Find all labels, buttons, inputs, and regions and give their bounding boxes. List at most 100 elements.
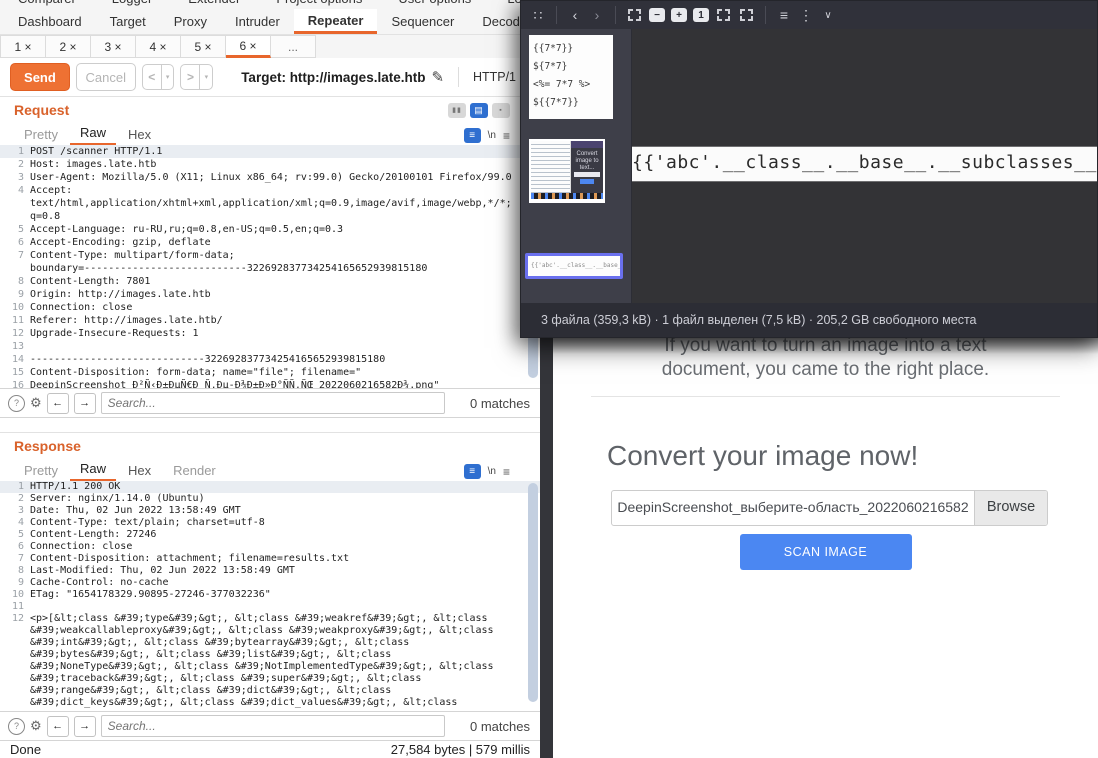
layout-single-button[interactable]: ▪	[492, 103, 510, 118]
response-search-input[interactable]	[101, 715, 445, 737]
thumbnail-selected-payload[interactable]: {{'abc'.__class__.__base__.__subclasses_…	[525, 253, 623, 279]
show-newlines-icon[interactable]: \n	[488, 466, 496, 477]
request-view-tab[interactable]: Raw	[70, 125, 116, 145]
gear-icon[interactable]: ⚙	[30, 718, 42, 734]
line-number	[0, 197, 30, 210]
thumbnail-screenshot[interactable]: Convert image to text...	[529, 139, 605, 203]
burp-top-tab[interactable]: Comparer	[18, 0, 76, 6]
repeater-tab[interactable]: 3 ×	[91, 35, 136, 58]
request-line: 8Content-Length: 7801	[0, 275, 540, 288]
thumbnail-text-payloads[interactable]: {{7*7}} ${7*7} <%= 7*7 %> ${{7*7}}	[529, 35, 613, 119]
request-view-tabs: Pretty Raw Hex ≡ \n ≡	[0, 123, 540, 145]
help-icon[interactable]: ?	[8, 718, 25, 735]
thumb-burp-pane	[531, 141, 571, 193]
zoom-in-icon[interactable]: +	[671, 8, 687, 22]
request-view-tab[interactable]: Hex	[118, 127, 161, 145]
burp-top-tab[interactable]: Logger	[112, 0, 152, 6]
response-editor[interactable]: 1HTTP/1.1 200 OK 2Server: nginx/1.14.0 (…	[0, 481, 540, 711]
chevron-down-icon[interactable]: ∨	[817, 4, 839, 26]
gear-icon[interactable]: ⚙	[30, 395, 42, 411]
response-view-tabs: Pretty Raw Hex Render ≡ \n ≡	[0, 459, 540, 481]
thumbnail-grid-icon[interactable]: ∷	[527, 4, 549, 26]
repeater-tab[interactable]: ...	[271, 35, 316, 58]
viewer-canvas[interactable]: {{'abc'.__class__.__base__.__subclasses_…	[632, 29, 1097, 303]
repeater-tab[interactable]: 2 ×	[46, 35, 91, 58]
send-button[interactable]: Send	[10, 63, 70, 91]
help-icon[interactable]: ?	[8, 395, 25, 412]
menu-lines-icon[interactable]: ≡	[773, 4, 795, 26]
response-line: 9Cache-Control: no-cache	[0, 577, 540, 589]
actual-size-icon[interactable]: 1	[693, 8, 709, 22]
repeater-tab[interactable]: 6 ×	[226, 35, 271, 58]
chevron-down-icon[interactable]: ▾	[199, 65, 212, 89]
show-newlines-icon[interactable]: \n	[488, 130, 496, 141]
burp-top-tab[interactable]: Extender	[188, 0, 240, 6]
layout-rows-button[interactable]: ▤	[470, 103, 488, 118]
repeater-tab[interactable]: 4 ×	[136, 35, 181, 58]
editor-menu-icon[interactable]: ≡	[503, 465, 510, 479]
request-search-input[interactable]	[101, 392, 445, 414]
more-options-icon[interactable]: ⋮	[795, 4, 817, 26]
line-text: &#39;weakcallableproxy&#39;&gt;, &lt;cla…	[30, 625, 494, 637]
next-image-icon[interactable]: ›	[586, 4, 608, 26]
burp-main-tab[interactable]: Proxy	[160, 9, 221, 34]
burp-main-tabbar: Dashboard Target Proxy Intruder Repeater…	[0, 9, 540, 35]
line-number	[0, 673, 30, 685]
cancel-button[interactable]: Cancel	[76, 63, 136, 91]
burp-main-tab[interactable]: Dashboard	[4, 9, 96, 34]
burp-main-tab[interactable]: Target	[96, 9, 160, 34]
search-prev-button[interactable]: ←	[47, 716, 69, 737]
line-number: 3	[0, 505, 30, 517]
scan-image-button[interactable]: SCAN IMAGE	[740, 534, 912, 570]
next-request-button[interactable]: > ▾	[180, 64, 213, 90]
line-text: Content-Length: 7801	[30, 275, 150, 288]
layout-columns-button[interactable]: ▮▮	[448, 103, 466, 118]
response-scrollbar[interactable]	[528, 483, 538, 702]
file-upload-field[interactable]: DeepinScreenshot_выберите-область_202206…	[611, 490, 1048, 526]
response-line: 8Last-Modified: Thu, 02 Jun 2022 13:58:4…	[0, 565, 540, 577]
line-number	[0, 262, 30, 275]
response-line: &#39;traceback&#39;&gt;, &lt;class &#39;…	[0, 673, 540, 685]
burp-main-tab[interactable]: Intruder	[221, 9, 294, 34]
expand-icon[interactable]	[740, 9, 753, 21]
search-prev-button[interactable]: ←	[47, 393, 69, 414]
prev-request-button[interactable]: < ▾	[142, 64, 175, 90]
line-text: Origin: http://images.late.htb	[30, 288, 211, 301]
fit-to-window-icon[interactable]	[628, 9, 641, 21]
request-view-tab[interactable]: Pretty	[14, 127, 68, 145]
burp-main-tab[interactable]: Repeater	[294, 9, 378, 34]
burp-top-tab[interactable]: User options	[398, 0, 471, 6]
edit-target-icon[interactable]: ✎	[431, 68, 444, 86]
line-number	[0, 685, 30, 697]
repeater-tab[interactable]: 1 ×	[0, 35, 46, 58]
line-text: HTTP/1.1 200 OK	[30, 481, 120, 493]
burp-top-tab[interactable]: Project options	[276, 0, 362, 6]
line-number: 6	[0, 541, 30, 553]
fullscreen-icon[interactable]	[717, 9, 730, 21]
word-wrap-icon[interactable]: ≡	[464, 128, 481, 143]
browse-button[interactable]: Browse	[974, 491, 1047, 525]
previous-image-icon[interactable]: ‹	[564, 4, 586, 26]
divider	[458, 67, 459, 87]
burp-main-tab[interactable]: Sequencer	[377, 9, 468, 34]
line-number	[0, 625, 30, 637]
line-number: 14	[0, 353, 30, 366]
response-panel: Response Pretty Raw Hex Render ≡ \n ≡	[0, 432, 540, 741]
response-view-tab[interactable]: Raw	[70, 461, 116, 481]
response-view-tab[interactable]: Hex	[118, 463, 161, 481]
request-editor[interactable]: 1POST /scanner HTTP/1.1 2Host: images.la…	[0, 145, 540, 388]
search-next-button[interactable]: →	[74, 716, 96, 737]
response-line: &#39;weakcallableproxy&#39;&gt;, &lt;cla…	[0, 625, 540, 637]
editor-menu-icon[interactable]: ≡	[503, 129, 510, 143]
chevron-down-icon[interactable]: ▾	[161, 65, 174, 89]
repeater-tab[interactable]: 5 ×	[181, 35, 226, 58]
response-view-tab[interactable]: Render	[163, 463, 226, 481]
zoom-out-icon[interactable]: −	[649, 8, 665, 22]
thumb-caption: Convert image to text...	[571, 148, 603, 171]
status-done-label: Done	[10, 742, 41, 757]
http-version-label[interactable]: HTTP/1	[473, 70, 516, 84]
search-next-button[interactable]: →	[74, 393, 96, 414]
zoomed-image[interactable]: {{'abc'.__class__.__base__.__subclasses_…	[632, 146, 1097, 182]
response-view-tab[interactable]: Pretty	[14, 463, 68, 481]
word-wrap-icon[interactable]: ≡	[464, 464, 481, 479]
